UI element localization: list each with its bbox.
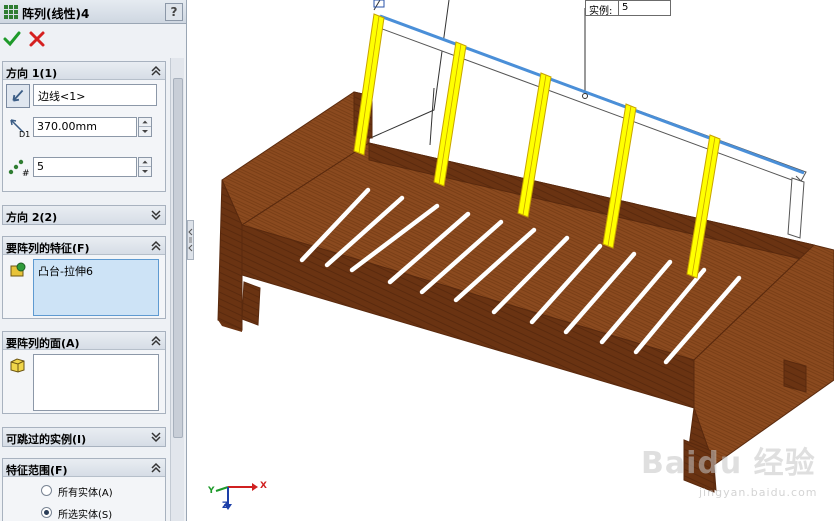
group-header-direction2[interactable]: 方向 2(2) (3, 206, 165, 224)
spacing-spinner[interactable] (138, 117, 152, 137)
spin-down-icon[interactable] (139, 127, 151, 136)
x-icon[interactable] (27, 29, 47, 49)
right-back-post (787, 177, 805, 239)
direction-edge-field[interactable]: 边线<1> (33, 84, 157, 106)
collapse-arrow-icon[interactable] (188, 225, 193, 255)
pm-scrollbar[interactable] (170, 58, 184, 521)
reference-triad: X Y Z (208, 470, 268, 515)
ok-cancel-bar (0, 25, 186, 53)
group-direction2: 方向 2(2) (2, 205, 166, 225)
group-feature-scope: 特征范围(F) 所有实体(A) 所选实体(S) (2, 458, 166, 521)
radio-all-bodies-button[interactable] (41, 485, 52, 496)
left-leg-inner (241, 281, 261, 326)
axis-z-label: Z (222, 501, 229, 511)
chevron-up-icon[interactable] (149, 239, 163, 253)
axis-y-label: Y (208, 486, 215, 496)
group-faces-to-pattern: 要阵列的面(A) (2, 331, 166, 414)
group-direction1: 方向 1(1) 边线<1> D1 370.00mm # 5 (2, 61, 166, 192)
group-label-direction1: 方向 1(1) (6, 67, 58, 80)
chevron-up-icon[interactable] (149, 461, 163, 475)
chevron-up-icon[interactable] (149, 334, 163, 348)
reverse-direction-icon[interactable] (6, 84, 30, 108)
spin-up-icon[interactable] (139, 158, 151, 167)
features-list[interactable]: 凸台-拉伸6 (33, 259, 159, 316)
group-header-faces[interactable]: 要阵列的面(A) (3, 332, 165, 350)
check-icon[interactable] (2, 29, 22, 49)
instance-callout-value[interactable]: 5 (618, 1, 669, 15)
count-badge: # (22, 169, 30, 178)
pm-scrollbar-thumb[interactable] (173, 78, 183, 438)
graphics-viewport[interactable]: 实例: 5 X Y Z Baidu 经验 jingyan.baidu.com (194, 0, 834, 521)
count-spinner[interactable] (138, 157, 152, 177)
instance-callout-label: 实例: (589, 6, 613, 17)
spin-up-icon[interactable] (139, 118, 151, 127)
face-select-icon (10, 358, 25, 373)
group-label-skip: 可跳过的实例(I) (6, 433, 87, 446)
spacing-dimension-icon: D1 (10, 119, 30, 138)
radio-selected-bodies-button[interactable] (41, 507, 52, 518)
spacing-input[interactable]: 370.00mm (33, 117, 137, 137)
panel-splitter[interactable] (187, 220, 194, 260)
radio-all-bodies-label: 所有实体(A) (58, 488, 113, 499)
group-header-skip[interactable]: 可跳过的实例(I) (3, 428, 165, 446)
group-features-to-pattern: 要阵列的特征(F) 凸台-拉伸6 (2, 236, 166, 319)
right-back-leg (783, 359, 807, 393)
spacing-badge: D1 (19, 130, 30, 138)
help-button[interactable]: ? (165, 3, 183, 21)
spin-down-icon[interactable] (139, 167, 151, 176)
group-label-faces: 要阵列的面(A) (6, 337, 80, 350)
axis-triad-icon (215, 483, 258, 510)
feature-select-icon (10, 262, 26, 277)
group-label-scope: 特征范围(F) (6, 464, 68, 477)
instance-count-icon: # (8, 159, 30, 178)
group-header-features[interactable]: 要阵列的特征(F) (3, 237, 165, 255)
group-instances-to-skip: 可跳过的实例(I) (2, 427, 166, 447)
pm-title-bar: 阵列(线性)4 ? (0, 0, 186, 24)
watermark-url: jingyan.baidu.com (699, 486, 818, 499)
dimension-handle[interactable] (582, 93, 588, 99)
chevron-down-icon[interactable] (149, 430, 163, 444)
property-manager: 阵列(线性)4 ? 方向 1(1) 边线<1> D1 370.00mm # 5 … (0, 0, 187, 521)
chevron-down-icon[interactable] (149, 208, 163, 222)
watermark: Baidu 经验 jingyan.baidu.com (639, 430, 829, 518)
group-header-scope[interactable]: 特征范围(F) (3, 459, 165, 477)
group-header-direction1[interactable]: 方向 1(1) (3, 62, 165, 80)
faces-list[interactable] (33, 354, 159, 411)
axis-x-label: X (260, 481, 267, 491)
group-label-features: 要阵列的特征(F) (6, 242, 90, 255)
feature-title: 阵列(线性)4 (22, 7, 90, 21)
linear-pattern-icon (4, 5, 18, 19)
group-label-direction2: 方向 2(2) (6, 211, 58, 224)
features-list-item[interactable]: 凸台-拉伸6 (38, 263, 154, 279)
radio-selected-bodies-label: 所选实体(S) (58, 510, 113, 521)
chevron-up-icon[interactable] (149, 64, 163, 78)
watermark-brand: Baidu 经验 (641, 446, 816, 481)
instance-count-callout[interactable]: 实例: 5 (585, 0, 671, 17)
instance-count-input[interactable]: 5 (33, 157, 137, 177)
